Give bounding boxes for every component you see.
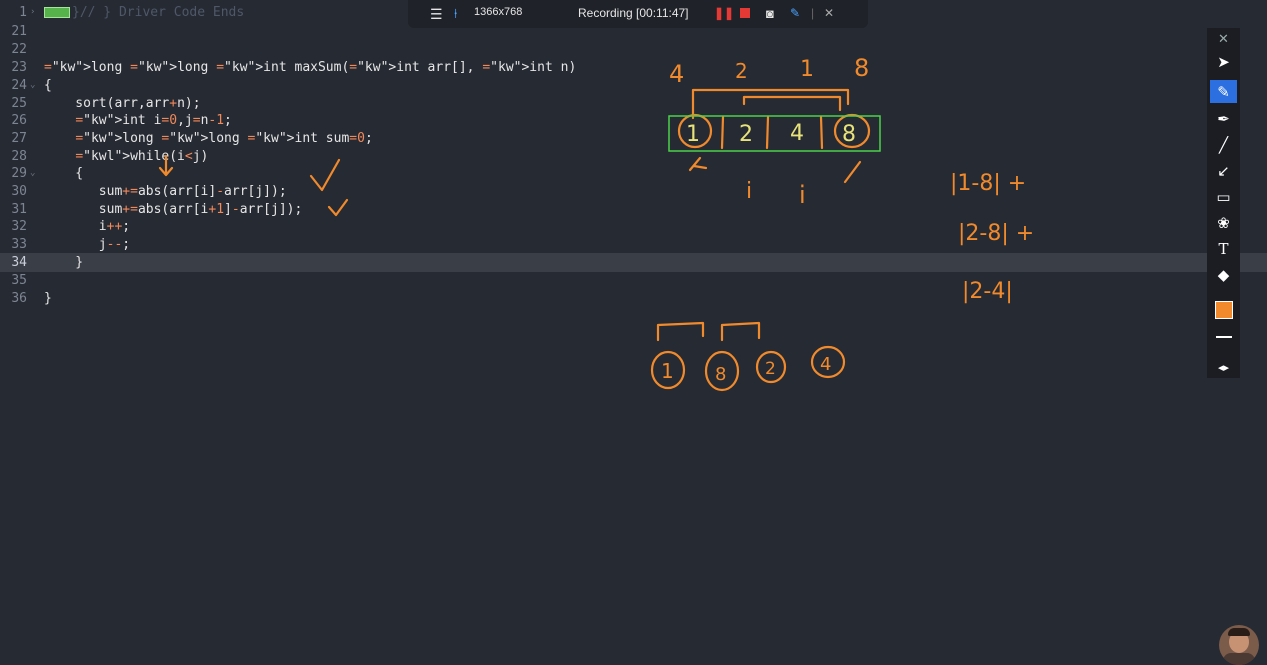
array-cell: 8 [842, 122, 856, 147]
rectangle-icon[interactable]: ▭ [1210, 185, 1237, 208]
drawing-toolbar: ✕ ➤ ✎ ✒ ╱ ↙ ▭ ❀ T ◆ ◂▸ [1207, 28, 1240, 378]
marker-icon[interactable]: ✒ [1210, 107, 1237, 130]
pen-icon[interactable]: ✎ [1210, 80, 1237, 103]
drawing-overlay: 4 2 1 8 1 2 4 8 i i |1-8| + |2-8| + |2-4… [158, 54, 1034, 392]
avatar [1219, 625, 1259, 665]
bracket-mark [720, 321, 761, 342]
checkmark-mark [309, 158, 341, 192]
array-cell: 2 [739, 122, 753, 147]
top-number: 8 [854, 54, 869, 82]
close-icon[interactable]: ✕ [1210, 28, 1237, 51]
arrow-down-mark [158, 154, 174, 177]
top-number: 2 [735, 59, 748, 83]
circled-number: 1 [661, 359, 674, 383]
array-cell: 1 [686, 122, 700, 147]
sum-term: |2-4| [962, 279, 1013, 304]
bracket-mark [742, 95, 842, 112]
index-mark: i [799, 181, 806, 209]
top-number: 1 [800, 57, 814, 82]
arrow-icon[interactable]: ↙ [1210, 159, 1237, 182]
stroke-width[interactable] [1210, 325, 1237, 348]
bracket-mark [691, 88, 850, 120]
color-swatch[interactable] [1210, 298, 1237, 321]
circled-number: 4 [820, 354, 831, 375]
checkmark-mark [327, 198, 349, 217]
bracket-mark [656, 321, 705, 342]
array-cell: 4 [790, 121, 804, 146]
circled-number: 8 [715, 364, 726, 385]
circled-number: 2 [765, 359, 776, 379]
text-icon[interactable]: T [1210, 237, 1237, 260]
sum-term: |1-8| + [950, 171, 1026, 196]
top-number: 4 [669, 60, 684, 88]
sum-term: |2-8| + [958, 221, 1034, 246]
expand-icon[interactable]: ◂▸ [1210, 356, 1237, 379]
stamp-icon[interactable]: ❀ [1210, 211, 1237, 234]
eraser-icon[interactable]: ◆ [1210, 263, 1237, 286]
line-icon[interactable]: ╱ [1210, 133, 1237, 156]
index-mark: i [746, 179, 752, 204]
cursor-icon[interactable]: ➤ [1210, 50, 1237, 73]
